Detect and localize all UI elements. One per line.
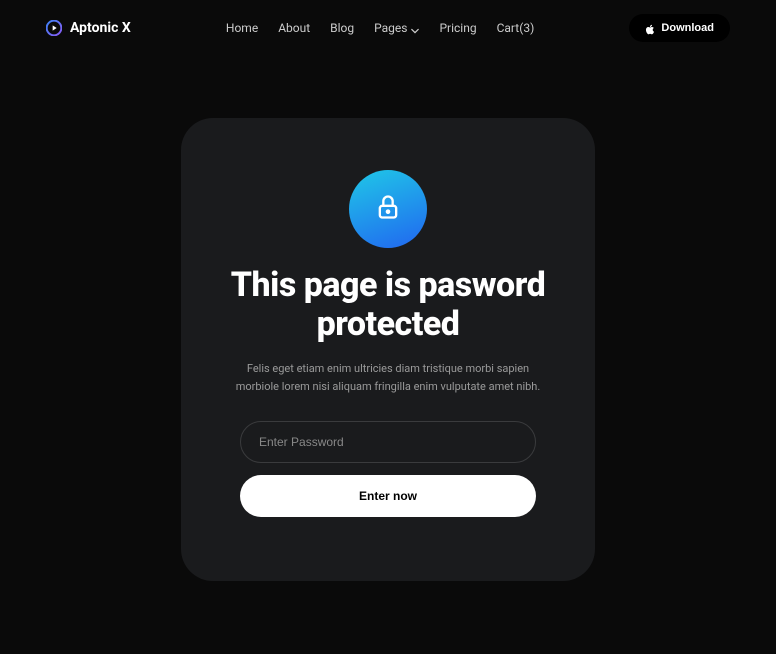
nav-pages[interactable]: Pages	[374, 21, 419, 35]
password-input[interactable]	[240, 421, 536, 463]
password-card: This page is pasword protected Felis ege…	[181, 118, 595, 581]
nav-pages-label: Pages	[374, 21, 407, 35]
nav-blog[interactable]: Blog	[330, 21, 354, 35]
main-content: This page is pasword protected Felis ege…	[0, 56, 776, 581]
page-title: This page is pasword protected	[225, 266, 551, 344]
nav-home[interactable]: Home	[226, 21, 258, 35]
download-label: Download	[661, 22, 714, 34]
header: Aptonic X Home About Blog Pages Pricing …	[0, 0, 776, 56]
logo[interactable]: Aptonic X	[46, 20, 131, 36]
brand-name: Aptonic X	[70, 20, 131, 36]
apple-icon	[645, 23, 655, 34]
logo-icon	[46, 20, 62, 36]
enter-button[interactable]: Enter now	[240, 475, 536, 517]
lock-icon-circle	[349, 170, 427, 248]
lock-icon	[374, 193, 402, 225]
nav-pricing[interactable]: Pricing	[439, 21, 476, 35]
nav-about[interactable]: About	[278, 21, 310, 35]
main-nav: Home About Blog Pages Pricing Cart(3)	[226, 21, 534, 35]
chevron-down-icon	[411, 24, 419, 32]
download-button[interactable]: Download	[629, 14, 730, 42]
page-subtitle: Felis eget etiam enim ultricies diam tri…	[228, 360, 548, 395]
nav-cart[interactable]: Cart(3)	[497, 21, 535, 35]
